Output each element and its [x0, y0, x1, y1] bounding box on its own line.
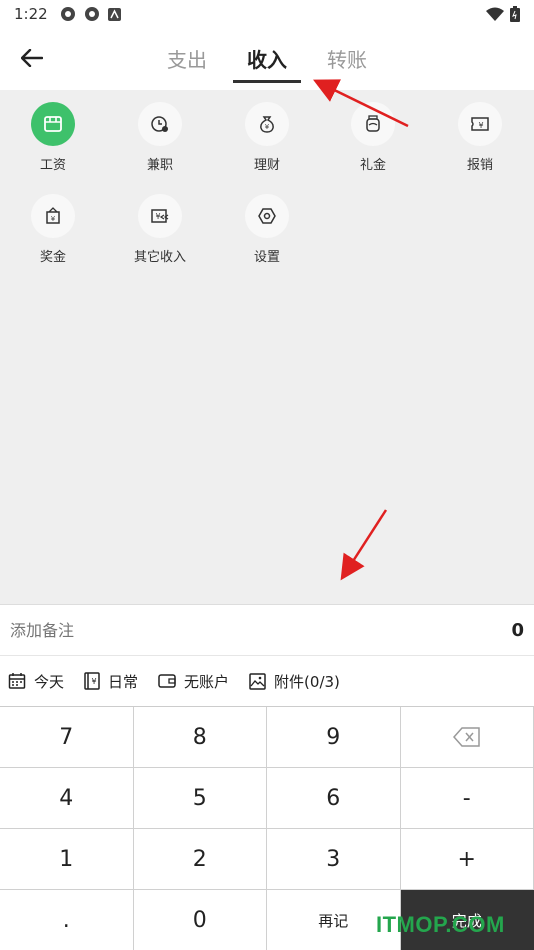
- backspace-icon: [452, 727, 480, 747]
- category-label: 礼金: [359, 158, 386, 173]
- svg-text:¥: ¥: [51, 215, 56, 223]
- key-2[interactable]: 2: [133, 829, 267, 890]
- category-label: 兼职: [146, 158, 173, 173]
- notification-icons: [60, 6, 121, 22]
- category-gift[interactable]: 礼金: [320, 102, 426, 173]
- key-4[interactable]: 4: [0, 768, 134, 829]
- note-bar: 0: [0, 604, 534, 656]
- category-bonus[interactable]: ¥ 奖金: [0, 194, 106, 265]
- watermark: ITMOP.COM: [376, 912, 505, 937]
- app-notification-icon: [84, 7, 99, 21]
- backspace-key[interactable]: [400, 707, 534, 768]
- key-5[interactable]: 5: [133, 768, 267, 829]
- category-salary[interactable]: 工资: [0, 102, 106, 173]
- wallet-account-icon: [158, 674, 176, 688]
- svg-text:¥: ¥: [155, 212, 160, 221]
- category-parttime[interactable]: 兼职: [107, 102, 213, 173]
- category-label: 报销: [466, 158, 493, 173]
- key-8[interactable]: 8: [133, 707, 267, 768]
- tab-expense[interactable]: 支出: [161, 42, 213, 83]
- status-bar: 1:22: [0, 0, 534, 28]
- key-9[interactable]: 9: [267, 707, 401, 768]
- category-label: 理财: [253, 158, 280, 173]
- gift-jar-icon: [351, 102, 395, 146]
- category-label: 工资: [39, 158, 66, 173]
- account-label: 无账户: [184, 672, 230, 691]
- image-icon: [249, 672, 266, 690]
- status-right: [486, 6, 520, 22]
- battery-icon: [510, 6, 520, 22]
- key-1[interactable]: 1: [0, 829, 134, 890]
- type-tabs: 支出 收入 转账: [0, 42, 534, 83]
- options-row: 今天 ¥ 日常 无账户 附件(0/3): [0, 656, 534, 706]
- category-grid: 工资 兼职 ¥ 理财 礼金 ¥ 报销 ¥ 奖金 ¥ 其它收入 设置: [0, 90, 534, 604]
- app-screen: 1:22 支出 收入 转账 工资 兼职 ¥ 理财 礼金 ¥ 报销 ¥ 奖金 ¥ …: [0, 0, 534, 950]
- plus-key[interactable]: +: [400, 829, 534, 890]
- category-label: 设置: [253, 250, 280, 265]
- app-notification-icon: [60, 7, 75, 21]
- bonus-icon: ¥: [31, 194, 75, 238]
- header: 支出 收入 转账: [0, 28, 534, 90]
- dot-key[interactable]: .: [0, 890, 134, 950]
- wifi-icon: [486, 7, 504, 21]
- key-6[interactable]: 6: [267, 768, 401, 829]
- svg-text:¥: ¥: [265, 123, 270, 131]
- category-label: 其它收入: [133, 250, 186, 265]
- settings-icon: [245, 194, 289, 238]
- book-option[interactable]: ¥ 日常: [84, 671, 138, 692]
- date-option[interactable]: 今天: [8, 671, 64, 692]
- svg-text:¥: ¥: [91, 677, 96, 686]
- amount-display: 0: [511, 619, 524, 641]
- minus-key[interactable]: -: [400, 768, 534, 829]
- date-label: 今天: [34, 672, 65, 691]
- category-reimburse[interactable]: ¥ 报销: [427, 102, 533, 173]
- category-other-income[interactable]: ¥ 其它收入: [107, 194, 213, 265]
- key-0[interactable]: 0: [133, 890, 267, 950]
- book-label: 日常: [108, 672, 139, 691]
- svg-text:¥: ¥: [478, 121, 483, 130]
- key-3[interactable]: 3: [267, 829, 401, 890]
- attachment-option[interactable]: 附件(0/3): [249, 671, 340, 692]
- category-label: 奖金: [39, 250, 66, 265]
- tab-transfer[interactable]: 转账: [321, 42, 373, 83]
- clock-icon: [138, 102, 182, 146]
- tab-income[interactable]: 收入: [233, 42, 301, 83]
- ledger-icon: ¥: [84, 672, 100, 690]
- status-time: 1:22: [14, 5, 48, 23]
- other-income-icon: ¥: [138, 194, 182, 238]
- money-bag-icon: ¥: [245, 102, 289, 146]
- attachment-label: 附件(0/3): [274, 672, 340, 691]
- calendar-icon: [8, 673, 26, 689]
- receipt-icon: ¥: [458, 102, 502, 146]
- category-settings[interactable]: 设置: [214, 194, 320, 265]
- font-notification-icon: [107, 7, 121, 21]
- wallet-icon: [31, 102, 75, 146]
- account-option[interactable]: 无账户: [158, 671, 229, 692]
- key-7[interactable]: 7: [0, 707, 134, 768]
- category-finance[interactable]: ¥ 理财: [214, 102, 320, 173]
- note-input[interactable]: [10, 620, 512, 640]
